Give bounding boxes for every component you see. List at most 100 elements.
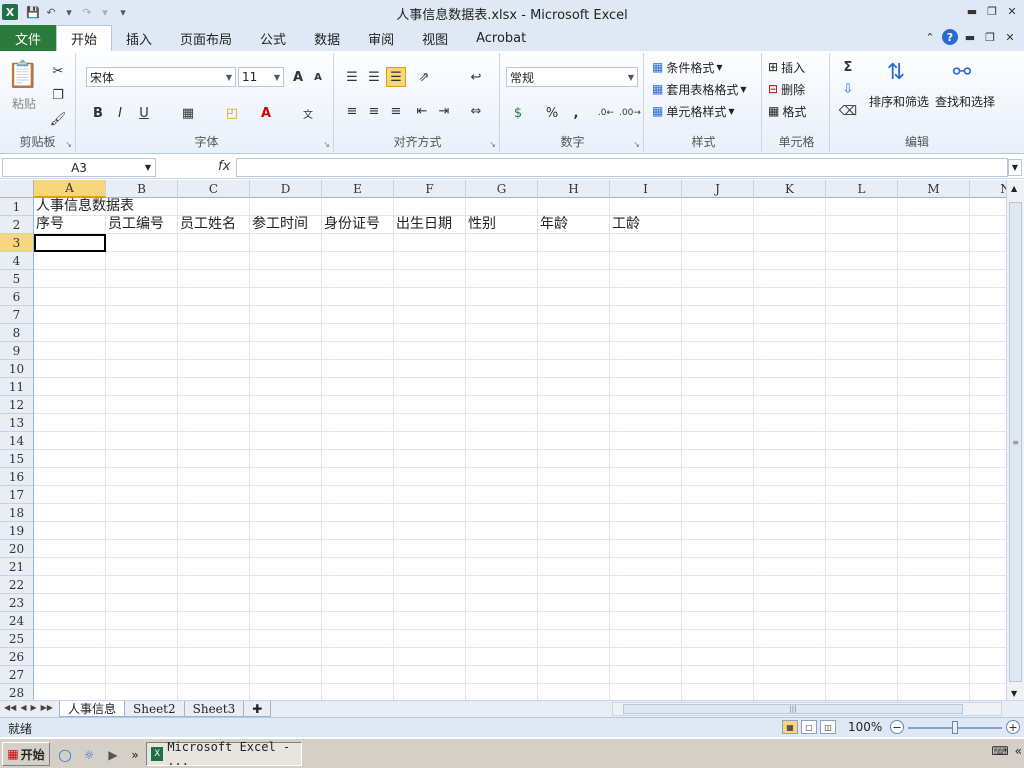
cell[interactable] — [610, 378, 682, 396]
cell[interactable] — [898, 288, 970, 306]
insert-function-button[interactable]: fx — [218, 159, 230, 174]
restore-icon[interactable]: ❐ — [982, 2, 1002, 20]
cell[interactable] — [466, 234, 538, 252]
formula-input[interactable] — [236, 158, 1008, 177]
cell[interactable] — [250, 360, 322, 378]
cell[interactable] — [970, 396, 1006, 414]
cell[interactable] — [538, 378, 610, 396]
cell[interactable] — [682, 378, 754, 396]
cell[interactable] — [466, 540, 538, 558]
row-header[interactable]: 16 — [0, 468, 33, 486]
cell[interactable] — [538, 270, 610, 288]
cell[interactable] — [250, 414, 322, 432]
cell[interactable] — [178, 234, 250, 252]
cell[interactable] — [898, 432, 970, 450]
cell[interactable] — [106, 504, 178, 522]
scroll-up-icon[interactable]: ▲ — [1011, 184, 1017, 193]
cell[interactable] — [322, 486, 394, 504]
sheet-tab[interactable]: 人事信息 — [59, 701, 126, 717]
cell[interactable] — [34, 342, 106, 360]
row-header[interactable]: 15 — [0, 450, 33, 468]
cell[interactable] — [682, 504, 754, 522]
row-header[interactable]: 24 — [0, 612, 33, 630]
last-sheet-icon[interactable]: ▶▶ — [41, 703, 53, 712]
cell[interactable] — [610, 342, 682, 360]
zoom-knob[interactable] — [952, 721, 958, 734]
cell[interactable] — [826, 612, 898, 630]
cell[interactable] — [322, 504, 394, 522]
insert-cells-button[interactable]: ⊞ 插入 — [768, 57, 805, 77]
cell[interactable] — [970, 216, 1006, 234]
cell[interactable] — [970, 576, 1006, 594]
borders-icon[interactable]: ▦ — [178, 103, 198, 123]
cell[interactable] — [538, 576, 610, 594]
column-header[interactable]: H — [538, 180, 610, 198]
cell[interactable] — [970, 198, 1006, 216]
name-box[interactable]: A3 ▼ — [2, 158, 156, 177]
cell[interactable] — [322, 666, 394, 684]
cell[interactable] — [682, 558, 754, 576]
cell[interactable] — [754, 216, 826, 234]
cell[interactable] — [250, 540, 322, 558]
paste-icon[interactable]: 📋 — [6, 57, 40, 93]
column-header[interactable]: M — [898, 180, 970, 198]
cell[interactable] — [898, 558, 970, 576]
cell[interactable] — [754, 576, 826, 594]
cell[interactable] — [610, 486, 682, 504]
cell[interactable] — [250, 324, 322, 342]
cell[interactable] — [538, 234, 610, 252]
format-as-table-button[interactable]: ▦ 套用表格格式 ▼ — [652, 79, 747, 99]
cell[interactable] — [538, 612, 610, 630]
cell[interactable] — [466, 414, 538, 432]
cell[interactable] — [538, 396, 610, 414]
row-header[interactable]: 12 — [0, 396, 33, 414]
cell[interactable]: 工龄 — [610, 216, 682, 234]
cell[interactable] — [250, 234, 322, 252]
excel-app-icon[interactable]: X — [2, 4, 18, 20]
cell[interactable] — [34, 630, 106, 648]
cell[interactable] — [250, 486, 322, 504]
cell[interactable] — [610, 324, 682, 342]
cell[interactable] — [826, 288, 898, 306]
cell[interactable] — [106, 306, 178, 324]
cell[interactable] — [538, 666, 610, 684]
cell[interactable]: 出生日期 — [394, 216, 466, 234]
cell[interactable] — [970, 234, 1006, 252]
cell[interactable] — [34, 522, 106, 540]
cell[interactable] — [610, 594, 682, 612]
row-header[interactable]: 11 — [0, 378, 33, 396]
cell[interactable] — [106, 666, 178, 684]
active-cell[interactable] — [34, 234, 106, 252]
align-left-icon[interactable]: ≡ — [342, 101, 362, 121]
cell[interactable] — [898, 198, 970, 216]
cell[interactable] — [610, 288, 682, 306]
cell[interactable]: 性别 — [466, 216, 538, 234]
redo-icon[interactable]: ↷ — [78, 3, 96, 21]
cell[interactable] — [610, 306, 682, 324]
cell[interactable] — [250, 270, 322, 288]
cell[interactable] — [394, 486, 466, 504]
cell[interactable] — [754, 288, 826, 306]
cell[interactable] — [970, 612, 1006, 630]
cell[interactable] — [34, 648, 106, 666]
cell[interactable] — [394, 234, 466, 252]
cell[interactable] — [754, 594, 826, 612]
cell[interactable] — [250, 198, 322, 216]
cell[interactable] — [466, 306, 538, 324]
cell[interactable] — [610, 414, 682, 432]
cell[interactable] — [754, 558, 826, 576]
cell[interactable] — [682, 540, 754, 558]
cell[interactable] — [394, 666, 466, 684]
cell[interactable] — [538, 342, 610, 360]
delete-cells-button[interactable]: ⊟ 删除 — [768, 79, 805, 99]
tab-insert[interactable]: 插入 — [112, 25, 166, 51]
cell[interactable] — [682, 666, 754, 684]
cell[interactable] — [538, 468, 610, 486]
cell[interactable] — [754, 342, 826, 360]
italic-button[interactable]: I — [110, 103, 130, 123]
cell[interactable] — [682, 468, 754, 486]
merge-center-icon[interactable]: ⇔ — [466, 101, 486, 121]
decrease-decimal-icon[interactable]: .00→ — [619, 103, 641, 123]
cell[interactable] — [250, 252, 322, 270]
cell[interactable] — [754, 450, 826, 468]
